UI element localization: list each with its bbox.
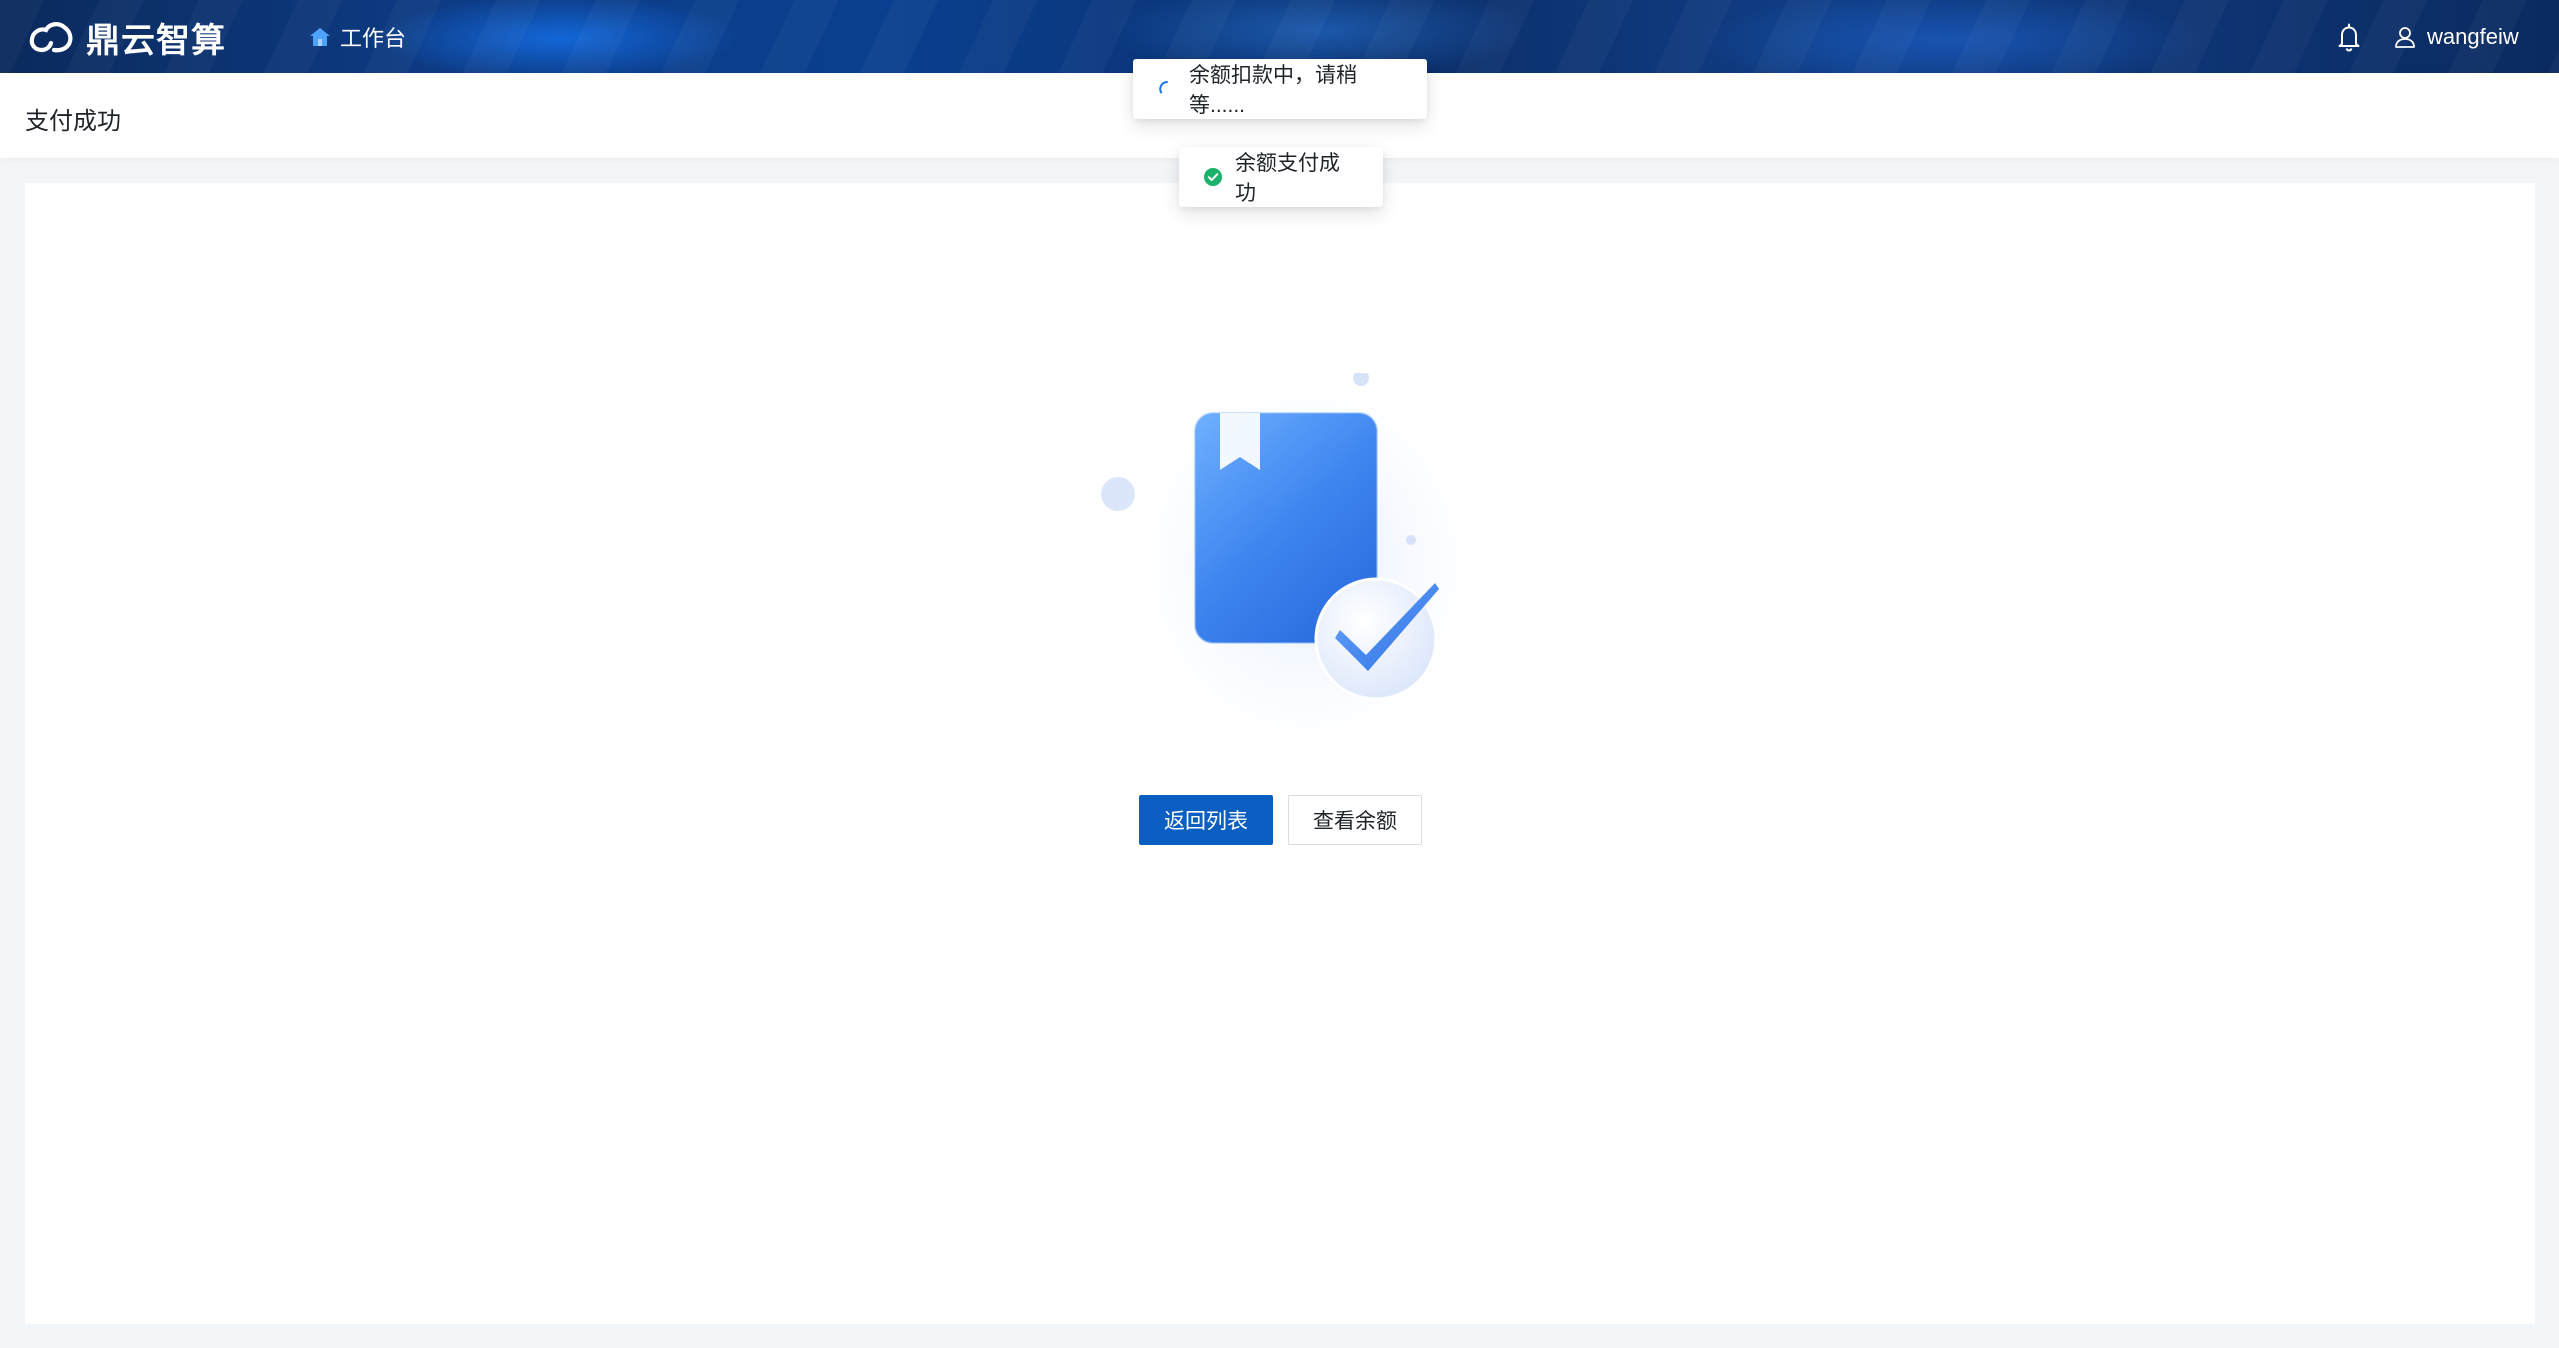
bell-icon[interactable] [2335,22,2363,52]
home-icon [310,28,330,46]
result-actions: 返回列表 查看余额 [1139,795,1422,845]
success-toast: 余额支付成功 [1179,147,1383,207]
nav-home-workbench[interactable]: 工作台 [308,22,406,52]
decor-dot-top [1353,373,1369,386]
logo[interactable]: 鼎云智算 [28,14,226,61]
nav-home-label: 工作台 [340,26,407,51]
logo-text: 鼎云智算 [86,20,226,61]
back-to-list-button[interactable]: 返回列表 [1139,795,1273,845]
success-toast-text: 余额支付成功 [1235,152,1340,205]
loading-toast: 余额扣款中，请稍等...... [1133,59,1427,119]
check-badge [1314,577,1438,701]
decor-dot-left [1101,477,1135,511]
user-menu[interactable]: wangfeiw [2393,22,2519,52]
check-circle-icon [1204,168,1222,186]
loading-toast-text: 余额扣款中，请稍等...... [1189,64,1357,117]
view-balance-button[interactable]: 查看余额 [1288,795,1422,845]
cloud-logo-icon [29,22,73,53]
payment-success-illustration [1101,373,1475,748]
decor-dot-right [1406,535,1416,545]
page-title: 支付成功 [25,108,121,135]
username: wangfeiw [2427,24,2519,49]
user-icon [2395,27,2415,48]
result-card: 返回列表 查看余额 [25,183,2535,1324]
spinner-icon [1159,81,1168,94]
